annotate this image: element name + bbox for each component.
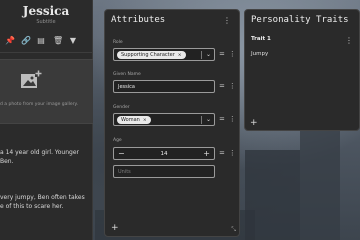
traits-title: Personality Traits (251, 15, 349, 25)
age-row-icons: = ⋮ (219, 149, 236, 157)
remove-chip-icon[interactable]: × (143, 118, 147, 123)
character-name[interactable]: Jessica (0, 0, 92, 18)
drag-handle-icon[interactable]: = (219, 82, 225, 90)
drag-handle-icon[interactable]: = (219, 149, 225, 157)
filter-icon[interactable]: ▼ (69, 36, 77, 45)
given-name-label: Given Name (113, 72, 141, 77)
gender-label: Gender (113, 105, 130, 110)
character-toolbar: 📌 🔗 ▤ 🗑 ▼ (0, 25, 92, 47)
gender-row-icons: = ⋮ (219, 115, 236, 123)
gender-chip-label: Woman (121, 117, 140, 123)
age-value[interactable]: 14 (114, 151, 214, 157)
chevron-down-icon[interactable]: ⌄ (206, 116, 211, 123)
chevron-down-icon[interactable]: ⌄ (206, 51, 211, 58)
role-select[interactable]: Supporting Character × ⌄ (113, 48, 215, 61)
more-options-icon[interactable]: ⋮ (229, 82, 236, 90)
drag-handle-icon[interactable]: = (219, 50, 225, 58)
attributes-title: Attributes (111, 15, 166, 25)
increment-button[interactable]: + (203, 149, 210, 158)
remove-chip-icon[interactable]: × (178, 53, 182, 58)
more-options-icon[interactable]: ⋮ (223, 16, 231, 25)
more-options-icon[interactable]: ⋮ (229, 50, 236, 58)
background-building (300, 130, 340, 240)
add-attribute-button[interactable]: + (111, 223, 119, 233)
bio-paragraph: a 14 year old girl. Younger Ben. (0, 149, 80, 165)
given-name-row-icons: = ⋮ (219, 82, 236, 90)
character-panel: Jessica Subtitle 📌 🔗 ▤ 🗑 ▼ d a photo fro… (0, 0, 93, 240)
trait-header[interactable]: Trait 1 (251, 36, 271, 42)
attributes-panel: Attributes ⋮ Role Supporting Character × … (104, 9, 240, 237)
add-image-icon (21, 70, 42, 88)
age-stepper[interactable]: − 14 + (113, 147, 215, 160)
pin-icon[interactable]: 📌 (5, 36, 15, 45)
link-icon[interactable]: 🔗 (21, 36, 31, 45)
add-trait-button[interactable]: + (250, 118, 258, 128)
role-label: Role (113, 40, 123, 45)
resize-handle-icon[interactable]: ⤡ (231, 226, 236, 234)
select-separator (201, 51, 202, 59)
given-name-field[interactable]: Jessica (113, 80, 215, 93)
trait-value[interactable]: Jumpy (251, 51, 268, 57)
character-bio[interactable]: a 14 year old girl. Younger Ben. very ju… (0, 130, 92, 238)
role-chip: Supporting Character × (117, 51, 186, 59)
image-hint: d a photo from your image gallery. (0, 102, 78, 107)
more-options-icon[interactable]: ⋮ (229, 149, 236, 157)
trash-icon[interactable]: 🗑 (53, 36, 63, 45)
more-options-icon[interactable]: ⋮ (229, 115, 236, 123)
bio-paragraph: very jumpy, Ben often takes e of this to… (0, 194, 85, 210)
given-name-value: Jessica (118, 84, 135, 90)
age-label: Age (113, 138, 122, 143)
gender-chip: Woman × (117, 116, 151, 124)
book-icon[interactable]: ▤ (37, 36, 45, 45)
more-options-icon[interactable]: ⋮ (345, 36, 353, 45)
divider (0, 52, 92, 53)
units-placeholder: Units (118, 169, 131, 175)
units-field[interactable]: Units (113, 165, 215, 178)
role-chip-label: Supporting Character (121, 52, 175, 58)
role-row-icons: = ⋮ (219, 50, 236, 58)
drag-handle-icon[interactable]: = (219, 115, 225, 123)
select-separator (201, 116, 202, 124)
gender-select[interactable]: Woman × ⌄ (113, 113, 215, 126)
personality-traits-panel: Personality Traits Trait 1 ⋮ Jumpy + (244, 9, 360, 131)
image-upload-area[interactable]: d a photo from your image gallery. (0, 59, 93, 124)
